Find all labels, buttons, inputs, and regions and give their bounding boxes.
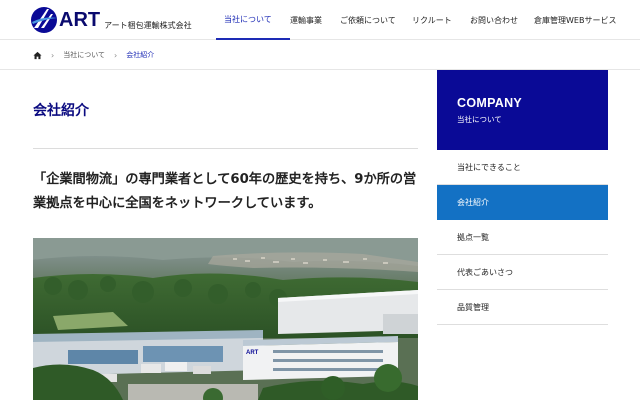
sidebar-title: COMPANY — [457, 96, 523, 110]
sidebar-subtitle: 当社について — [457, 115, 502, 124]
sidebar-item-ceo-message[interactable]: 代表ごあいさつ — [437, 255, 608, 290]
building-logo: ART — [246, 350, 259, 356]
lead-text: 「企業間物流」の専門業者として60年の歴史を持ち、9か所の営業拠点を中心に全国を… — [33, 172, 417, 211]
nav-item-warehouse-web[interactable]: 倉庫管理WEBサービス — [534, 0, 634, 40]
nav-item-about[interactable]: 当社について — [216, 0, 290, 40]
title-divider — [33, 148, 418, 149]
sidebar-item-locations[interactable]: 拠点一覧 — [437, 220, 608, 255]
sidebar-item-what-we-do[interactable]: 当社にできること — [437, 150, 608, 185]
logo-text: ART — [59, 9, 101, 31]
chevron-right-icon: › — [51, 50, 55, 60]
home-icon[interactable] — [33, 51, 42, 60]
logo-mark-icon — [31, 7, 57, 33]
site-header: ART アート梱包運輸株式会社 当社について 運輸事業 ご依頼について リクルー… — [0, 0, 640, 40]
nav-item-request[interactable]: ご依頼について — [340, 0, 412, 40]
sidebar-item-company-profile[interactable]: 会社紹介 — [437, 185, 608, 220]
global-nav: 当社について 運輸事業 ご依頼について リクルート お問い合わせ 倉庫管理WEB… — [216, 0, 634, 40]
facility-aerial-image: ART — [33, 238, 418, 400]
breadcrumb-item-about[interactable]: 当社について — [63, 50, 105, 60]
breadcrumb-item-current: 会社紹介 — [126, 51, 155, 59]
page-title: 会社紹介 — [33, 103, 89, 119]
nav-item-contact[interactable]: お問い合わせ — [470, 0, 534, 40]
sidebar-nav: 当社にできること 会社紹介 拠点一覧 代表ごあいさつ 品質管理 — [437, 150, 608, 325]
company-name: アート梱包運輸株式会社 — [104, 20, 192, 30]
nav-item-recruit[interactable]: リクルート — [412, 0, 470, 40]
company-facility-photo: ART — [33, 238, 418, 400]
breadcrumb: › 当社について › 会社紹介 — [33, 48, 154, 62]
site-logo[interactable]: ART アート梱包運輸株式会社 — [30, 6, 200, 34]
sidebar-header: COMPANY 当社について — [437, 70, 608, 150]
nav-item-transport[interactable]: 運輸事業 — [290, 0, 340, 40]
chevron-right-icon: › — [114, 50, 118, 60]
sidebar-item-quality-control[interactable]: 品質管理 — [437, 290, 608, 325]
